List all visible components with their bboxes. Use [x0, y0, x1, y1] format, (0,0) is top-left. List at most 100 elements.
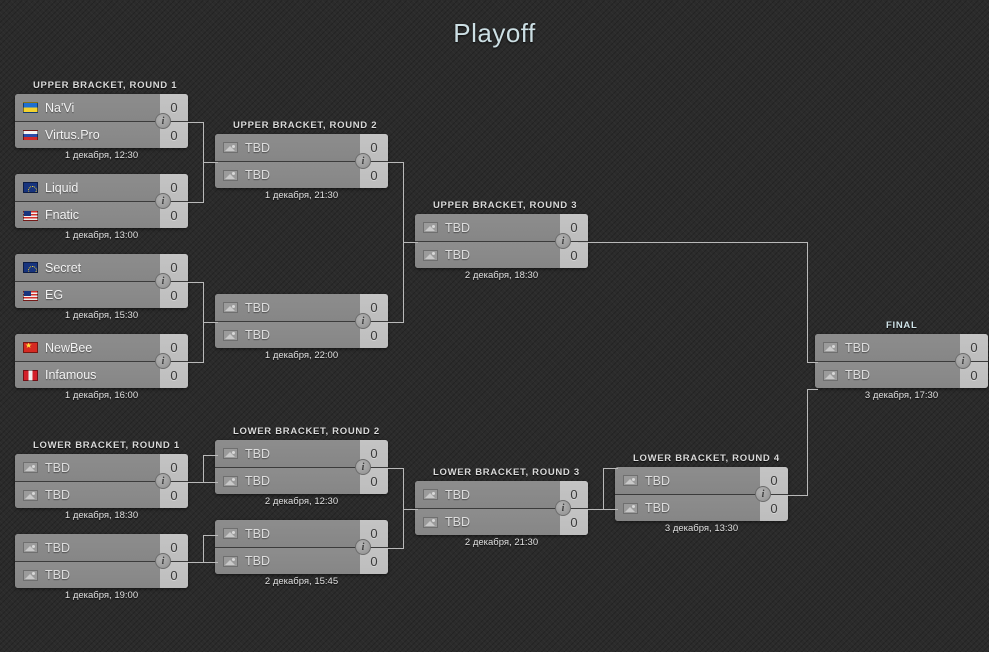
- match-time: 2 декабря, 21:30: [464, 537, 539, 548]
- team-name: TBD: [245, 474, 270, 488]
- match-lb-r2-m1[interactable]: TBD 0 TBD 0 i 2 декабря, 12:30: [215, 440, 388, 507]
- info-icon[interactable]: i: [355, 539, 371, 555]
- page-title: Playoff: [453, 18, 536, 48]
- connector-lb-r2-m2-in-lower: [203, 562, 218, 563]
- connector-final-in-upper: [807, 362, 818, 363]
- placeholder-image-icon: [223, 302, 238, 313]
- info-icon[interactable]: i: [155, 553, 171, 569]
- match-ub-r3-m1[interactable]: TBD 0 TBD 0 i 2 декабря, 18:30: [415, 214, 588, 281]
- connector-lb-r3-out: [588, 509, 604, 510]
- placeholder-image-icon: [623, 475, 638, 486]
- placeholder-image-icon: [423, 516, 438, 528]
- connector-lb-r2-m2-out: [388, 548, 404, 549]
- flag-icon-cn: [23, 342, 38, 353]
- team-name: TBD: [245, 554, 270, 568]
- team-name: TBD: [445, 487, 470, 502]
- match-time: 1 декабря, 21:30: [264, 190, 339, 201]
- team-name: Virtus.Pro: [45, 128, 100, 142]
- match-lb-r3-m1[interactable]: TBD 0 TBD 0 i 2 декабря, 21:30: [415, 481, 588, 548]
- team-name: TBD: [245, 446, 270, 461]
- placeholder-image-icon: [223, 448, 238, 459]
- connector-lb-r4-out: [788, 495, 808, 496]
- team-name: NewBee: [45, 340, 93, 355]
- match-lb-r2-m2[interactable]: TBD 0 TBD 0 i 2 декабря, 15:45: [215, 520, 388, 587]
- team-name: Na'Vi: [45, 100, 75, 115]
- placeholder-image-icon: [623, 502, 638, 514]
- team-name: Fnatic: [45, 208, 80, 222]
- match-ub-r1-m2[interactable]: Liquid 0 Fnatic 0 i 1 декабря, 13:00: [15, 174, 188, 241]
- match-ub-r1-m4[interactable]: NewBee 0 Infamous 0 i 1 декабря, 16:00: [15, 334, 188, 401]
- info-icon[interactable]: i: [755, 486, 771, 502]
- team-name: TBD: [45, 540, 70, 555]
- connector-ub-r1-m4: [188, 362, 204, 363]
- info-icon[interactable]: i: [355, 313, 371, 329]
- info-icon[interactable]: i: [155, 273, 171, 289]
- info-icon[interactable]: i: [155, 193, 171, 209]
- match-time: 1 декабря, 19:00: [64, 590, 139, 601]
- flag-icon-us: [23, 289, 38, 301]
- connector-ub-r2-m1-out: [388, 162, 404, 163]
- match-time: 1 декабря, 18:30: [64, 510, 139, 521]
- match-ub-r1-m1[interactable]: Na'Vi 0 Virtus.Pro 0 i 1 декабря, 12:30: [15, 94, 188, 161]
- placeholder-image-icon: [23, 542, 38, 553]
- team-name: TBD: [45, 460, 70, 475]
- placeholder-image-icon: [223, 142, 238, 153]
- connector-ub-r1-m1: [188, 122, 204, 123]
- connector-lb-r2-m1-in-lower: [203, 482, 218, 483]
- info-icon[interactable]: i: [155, 113, 171, 129]
- match-final[interactable]: TBD 0 TBD 0 i 3 декабря, 17:30: [815, 334, 988, 401]
- connector-ub-r2-m2-out: [388, 322, 404, 323]
- flag-icon-us: [23, 209, 38, 221]
- round-label-final: FINAL: [886, 320, 918, 331]
- bracket-stage: Playoff UPPER BRACKET, ROUND 1 UPPER BRA…: [0, 0, 989, 652]
- placeholder-image-icon: [423, 489, 438, 500]
- connector-lb-r1-m2-out: [188, 562, 204, 563]
- match-ub-r2-m1[interactable]: TBD 0 TBD 0 i 1 декабря, 21:30: [215, 134, 388, 201]
- match-time: 1 декабря, 15:30: [64, 310, 139, 321]
- placeholder-image-icon: [823, 369, 838, 381]
- connector-lb-r3-riser: [603, 468, 604, 510]
- connector-lb-r1-m2-riser: [203, 535, 204, 563]
- team-name: TBD: [245, 328, 270, 342]
- match-ub-r2-m2[interactable]: TBD 0 TBD 0 i 1 декабря, 22:00: [215, 294, 388, 361]
- match-time: 1 декабря, 16:00: [64, 390, 139, 401]
- match-lb-r1-m2[interactable]: TBD 0 TBD 0 i 1 декабря, 19:00: [15, 534, 188, 601]
- info-icon[interactable]: i: [155, 473, 171, 489]
- connector-ub-r1-m3: [188, 282, 204, 283]
- team-name: Liquid: [45, 180, 79, 195]
- connector-lb-r3-in: [403, 509, 418, 510]
- connector-lb-to-final: [807, 389, 808, 496]
- round-label-upper-bracket-round-1: UPPER BRACKET, ROUND 1: [33, 80, 178, 91]
- match-time: 2 декабря, 18:30: [464, 270, 539, 281]
- info-icon[interactable]: i: [955, 353, 971, 369]
- match-lb-r1-m1[interactable]: TBD 0 TBD 0 i 1 декабря, 18:30: [15, 454, 188, 521]
- match-time: 1 декабря, 22:00: [264, 350, 339, 361]
- match-time: 1 декабря, 13:00: [64, 230, 139, 241]
- info-icon[interactable]: i: [355, 153, 371, 169]
- match-time: 3 декабря, 17:30: [864, 390, 939, 401]
- team-name: Secret: [45, 260, 82, 275]
- placeholder-image-icon: [223, 169, 238, 181]
- flag-icon-eu: [23, 262, 38, 273]
- team-name: TBD: [445, 220, 470, 235]
- team-name: TBD: [245, 140, 270, 155]
- match-time: 3 декабря, 13:30: [664, 523, 739, 534]
- match-lb-r4-m1[interactable]: TBD 0 TBD 0 i 3 декабря, 13:30: [615, 467, 788, 534]
- team-name: TBD: [245, 300, 270, 315]
- connector-ub-r2-m1-in: [203, 162, 218, 163]
- connector-ub-r3-out: [578, 242, 808, 243]
- info-icon[interactable]: i: [555, 233, 571, 249]
- info-icon[interactable]: i: [155, 353, 171, 369]
- connector-ub-r1-m2: [188, 202, 204, 203]
- placeholder-image-icon: [223, 528, 238, 539]
- match-ub-r1-m3[interactable]: Secret 0 EG 0 i 1 декабря, 15:30: [15, 254, 188, 321]
- connector-lb-r4-in-upper: [603, 468, 618, 469]
- round-label-lower-bracket-round-3: LOWER BRACKET, ROUND 3: [433, 467, 580, 478]
- round-label-upper-bracket-round-2: UPPER BRACKET, ROUND 2: [233, 120, 378, 131]
- team-name: TBD: [845, 340, 870, 355]
- info-icon[interactable]: i: [355, 459, 371, 475]
- placeholder-image-icon: [23, 462, 38, 473]
- connector-lb-r2-m2-in: [203, 535, 218, 536]
- info-icon[interactable]: i: [555, 500, 571, 516]
- placeholder-image-icon: [223, 329, 238, 341]
